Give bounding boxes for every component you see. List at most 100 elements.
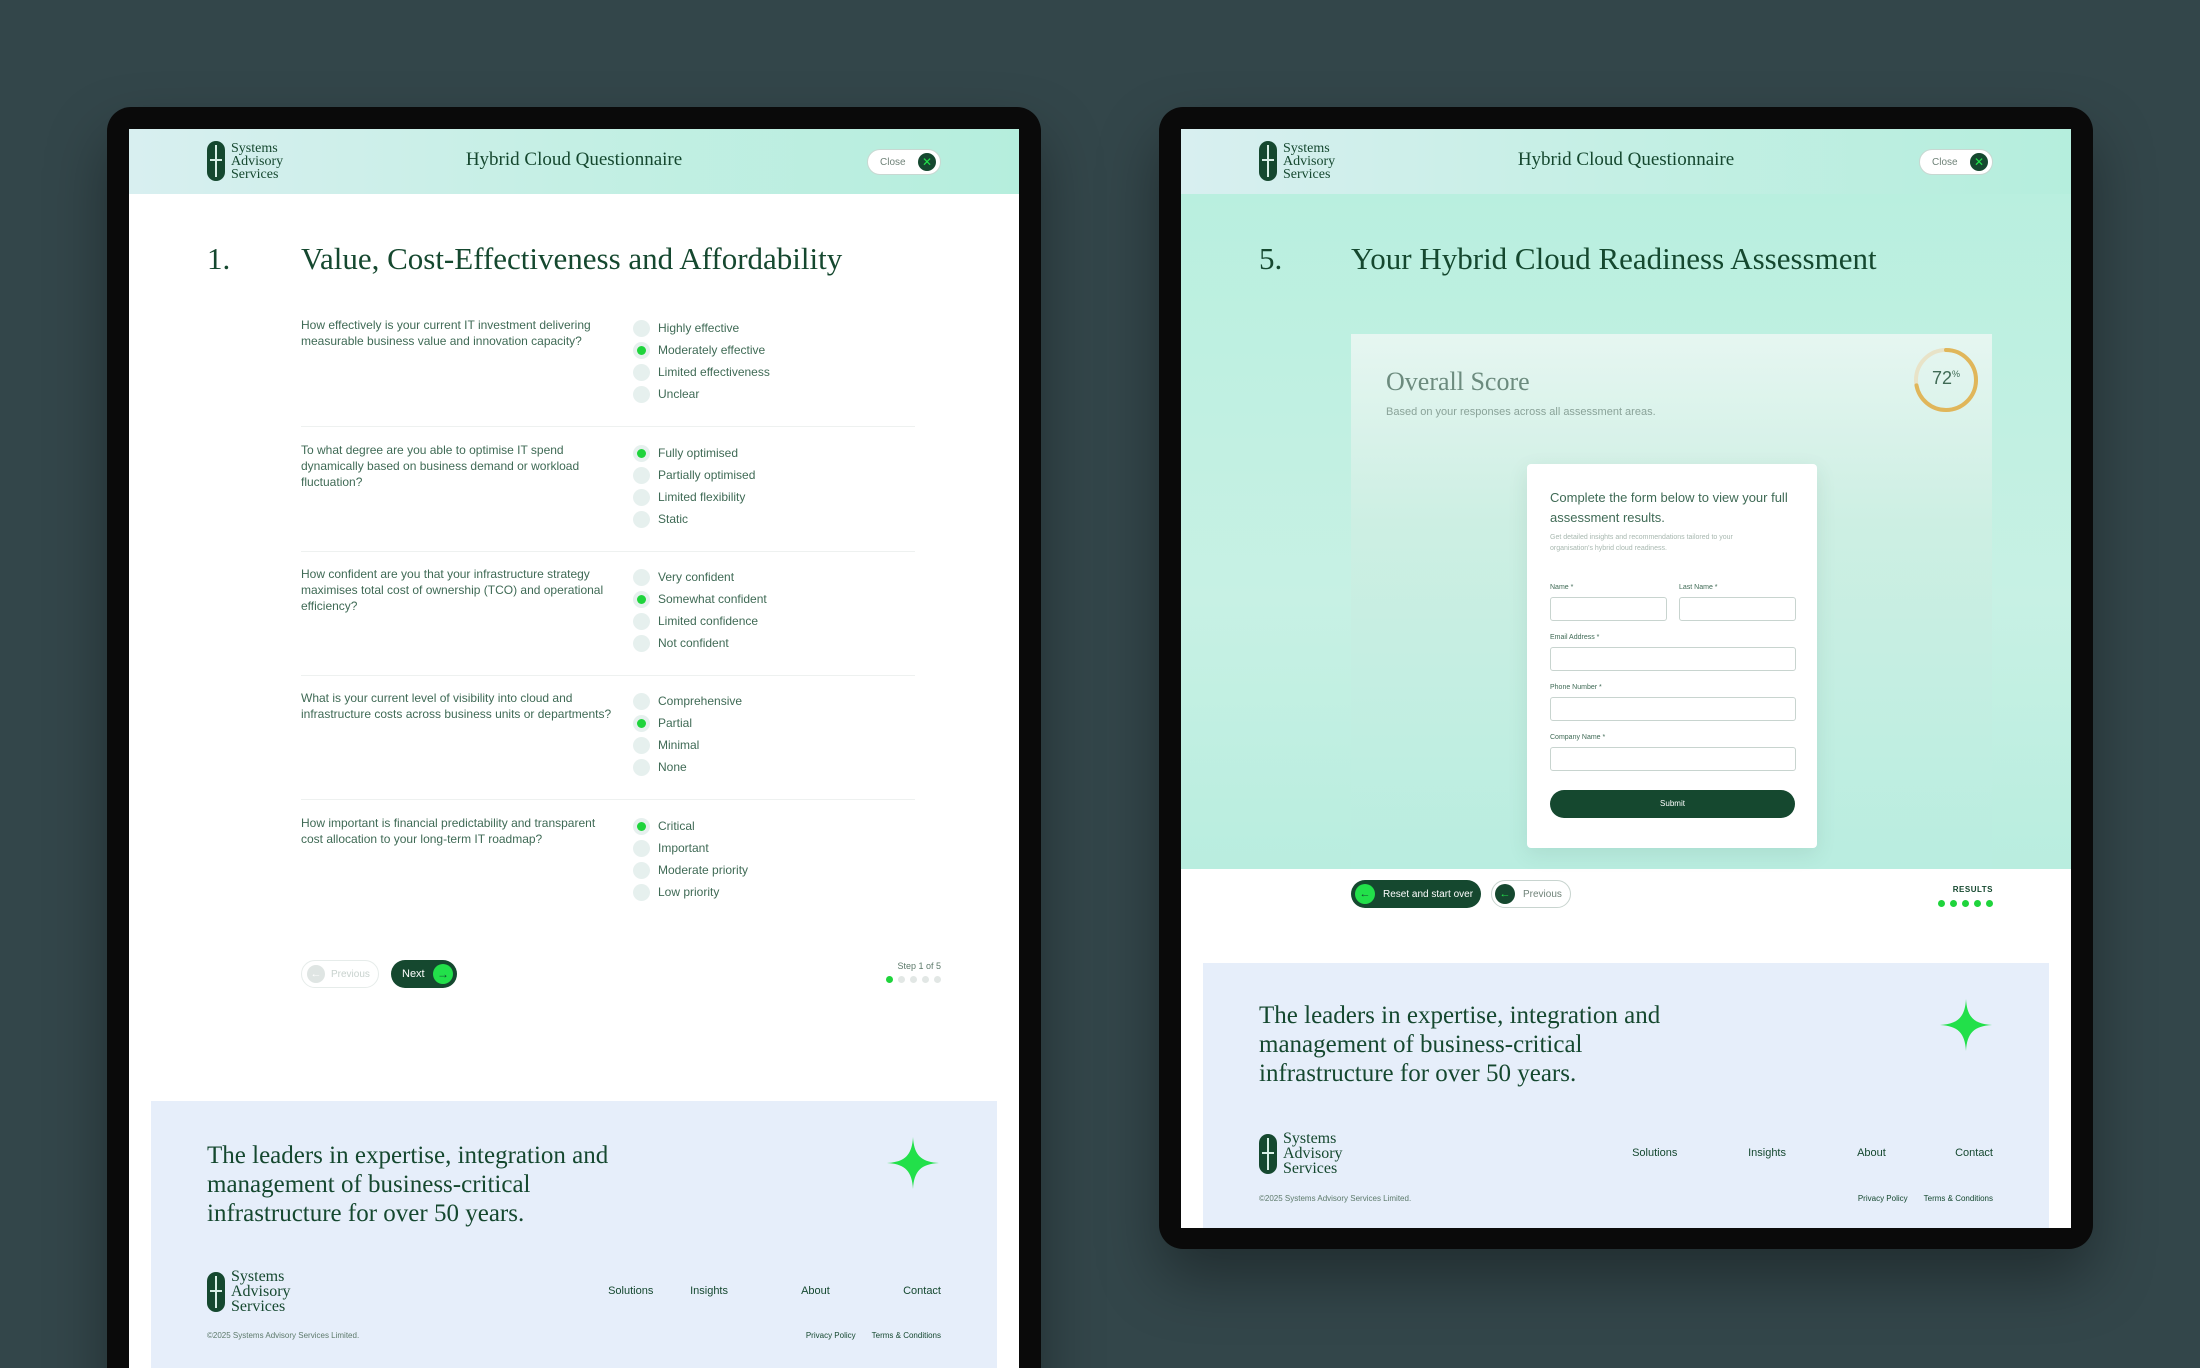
privacy-policy-link[interactable]: Privacy Policy <box>1858 1194 1908 1203</box>
terms-link[interactable]: Terms & Conditions <box>1924 1194 1993 1203</box>
question-options: Highly effective Moderately effective Limi… <box>633 317 770 405</box>
step-dot <box>1962 900 1969 907</box>
previous-button[interactable]: ← Previous <box>301 960 379 988</box>
radio-selected-icon[interactable] <box>633 590 650 608</box>
footer-nav-solutions[interactable]: Solutions <box>1632 1147 1748 1159</box>
radio-option[interactable]: Critical <box>633 815 748 837</box>
footer-copyright: ©2025 Systems Advisory Services Limited. <box>1259 1194 1412 1203</box>
brand-line1: Systems <box>231 1268 285 1285</box>
close-button[interactable]: Close ✕ <box>867 149 941 175</box>
question-text: How effectively is your current IT inves… <box>301 318 591 348</box>
radio-selected-icon[interactable] <box>633 341 650 359</box>
section-number: 5. <box>1259 241 1283 276</box>
right-screen: Systems Advisory Services Hybrid Cloud Q… <box>1181 129 2071 1228</box>
radio-option[interactable]: Limited effectiveness <box>633 361 770 383</box>
radio-option[interactable]: Comprehensive <box>633 690 742 712</box>
score-value-wrap: 72% <box>1912 368 1980 389</box>
right-tablet: Systems Advisory Services Hybrid Cloud Q… <box>1159 107 2093 1249</box>
question-options: Fully optimised Partially optimised Limite… <box>633 442 755 530</box>
radio-option[interactable]: Limited confidence <box>633 610 767 632</box>
footer-nav-solutions[interactable]: Solutions <box>608 1285 690 1297</box>
radio-option[interactable]: Low priority <box>633 881 748 903</box>
question-5: How important is financial predictabilit… <box>301 815 915 905</box>
last-name-field[interactable] <box>1679 597 1796 621</box>
previous-label: Previous <box>1523 888 1562 900</box>
option-label: Highly effective <box>658 321 740 335</box>
radio-option[interactable]: Moderately effective <box>633 339 770 361</box>
radio-option[interactable]: Important <box>633 837 748 859</box>
reset-arrow-icon: ← <box>1355 884 1375 904</box>
option-label: None <box>658 760 687 774</box>
radio-icon[interactable] <box>633 839 650 857</box>
left-screen: Systems Advisory Services Hybrid Cloud Q… <box>129 129 1019 1368</box>
step-dot <box>1986 900 1993 907</box>
question-options: Very confident Somewhat confident Limited … <box>633 566 767 654</box>
radio-option[interactable]: None <box>633 756 742 778</box>
radio-option[interactable]: Moderate priority <box>633 859 748 881</box>
radio-option[interactable]: Highly effective <box>633 317 770 339</box>
brand-line3: Services <box>231 1298 286 1315</box>
name-field[interactable] <box>1550 597 1667 621</box>
radio-icon[interactable] <box>633 466 650 484</box>
radio-option[interactable]: Static <box>633 508 755 530</box>
option-label: Moderate priority <box>658 863 749 877</box>
radio-option[interactable]: Very confident <box>633 566 767 588</box>
privacy-policy-link[interactable]: Privacy Policy <box>806 1331 856 1340</box>
footer-logo[interactable]: Systems Advisory Services <box>1259 1131 1343 1177</box>
terms-link[interactable]: Terms & Conditions <box>872 1331 941 1340</box>
radio-option[interactable]: Limited flexibility <box>633 486 755 508</box>
option-label: Critical <box>658 819 695 833</box>
radio-icon[interactable] <box>633 510 650 528</box>
radio-icon[interactable] <box>633 488 650 506</box>
radio-icon[interactable] <box>633 634 650 652</box>
footer-nav-insights[interactable]: Insights <box>690 1285 801 1297</box>
question-3: How confident are you that your infrastr… <box>301 566 915 676</box>
radio-icon[interactable] <box>633 385 650 403</box>
step-label: Step 1 of 5 <box>897 961 941 971</box>
footer-nav-contact[interactable]: Contact <box>1955 1147 1993 1159</box>
phone-field[interactable] <box>1550 697 1796 721</box>
option-label: Minimal <box>658 738 700 752</box>
last-name-label: Last Name * <box>1679 584 1718 591</box>
previous-button[interactable]: ← Previous <box>1491 880 1571 908</box>
radio-option[interactable]: Somewhat confident <box>633 588 767 610</box>
radio-option[interactable]: Not confident <box>633 632 767 654</box>
radio-option[interactable]: Unclear <box>633 383 770 405</box>
step-dot <box>1938 900 1945 907</box>
radio-option[interactable]: Fully optimised <box>633 442 755 464</box>
company-field[interactable] <box>1550 747 1796 771</box>
question-text: To what degree are you able to optimise … <box>301 443 580 489</box>
question-options: Comprehensive Partial Minimal None <box>633 690 742 778</box>
radio-icon[interactable] <box>633 319 650 337</box>
results-label: RESULTS <box>1952 885 1993 894</box>
radio-icon[interactable] <box>633 758 650 776</box>
footer-nav-contact[interactable]: Contact <box>903 1285 941 1297</box>
email-field[interactable] <box>1550 647 1796 671</box>
footer-nav-about[interactable]: About <box>1857 1147 1955 1159</box>
next-button[interactable]: Next → <box>391 960 457 988</box>
radio-icon[interactable] <box>633 363 650 381</box>
option-label: Unclear <box>658 387 700 401</box>
submit-button[interactable]: Submit <box>1550 790 1795 818</box>
radio-icon[interactable] <box>633 568 650 586</box>
close-button[interactable]: Close ✕ <box>1919 149 1993 175</box>
footer-nav-about[interactable]: About <box>801 1285 903 1297</box>
radio-icon[interactable] <box>633 692 650 710</box>
score-gauge: 72% <box>1912 346 1980 414</box>
option-label: Very confident <box>658 570 735 584</box>
close-label: Close <box>1932 156 1958 168</box>
radio-selected-icon[interactable] <box>633 444 650 462</box>
radio-option[interactable]: Minimal <box>633 734 742 756</box>
radio-icon[interactable] <box>633 612 650 630</box>
option-label: Fully optimised <box>658 446 739 460</box>
radio-option[interactable]: Partially optimised <box>633 464 755 486</box>
reset-button[interactable]: ← Reset and start over <box>1351 880 1481 908</box>
radio-selected-icon[interactable] <box>633 714 650 732</box>
radio-option[interactable]: Partial <box>633 712 742 734</box>
footer-logo[interactable]: Systems Advisory Services <box>207 1268 291 1315</box>
radio-icon[interactable] <box>633 736 650 754</box>
footer-nav-insights[interactable]: Insights <box>1748 1147 1857 1159</box>
radio-selected-icon[interactable] <box>633 817 650 835</box>
radio-icon[interactable] <box>633 883 650 901</box>
radio-icon[interactable] <box>633 861 650 879</box>
